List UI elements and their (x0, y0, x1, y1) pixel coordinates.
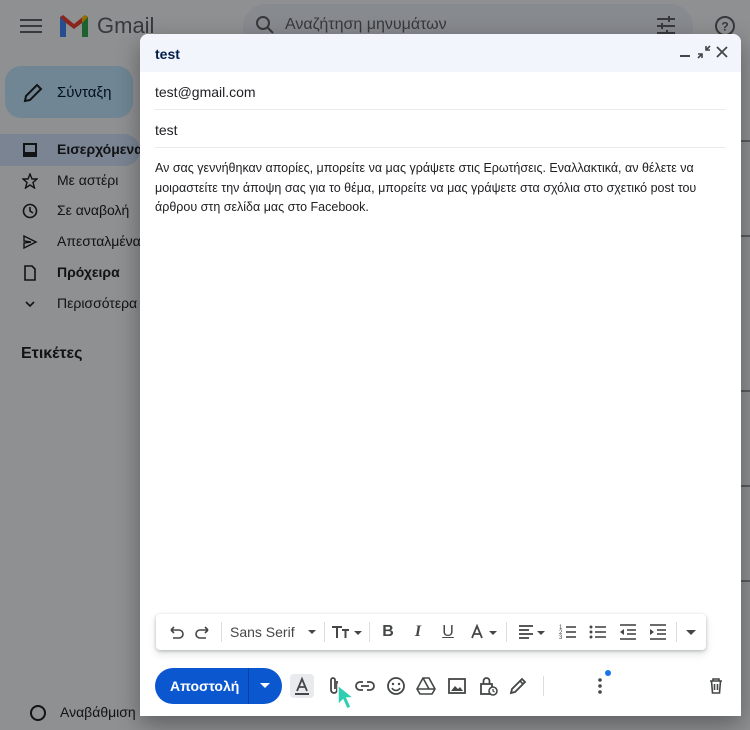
to-field[interactable]: test@gmail.com (155, 72, 726, 110)
toolbar-divider (676, 622, 677, 642)
insert-photo-icon[interactable] (445, 674, 469, 698)
subject-field-value: test (155, 122, 178, 138)
send-button-label: Αποστολή (170, 678, 240, 694)
message-body-line: μοιραστείτε την άποψη σας για το θέμα, μ… (155, 180, 697, 195)
numbered-list-icon[interactable]: 123 (558, 622, 578, 642)
formatting-options-icon[interactable] (290, 674, 314, 698)
mouse-cursor-icon (337, 683, 357, 711)
text-color-icon[interactable] (468, 622, 502, 642)
message-body-line: Αν σας γεννήθηκαν απορίες, μπορείτε να μ… (155, 161, 694, 175)
formatting-toolbar: Sans Serif B I U 123 (156, 614, 706, 650)
google-drive-icon[interactable] (414, 674, 438, 698)
bold-icon[interactable]: B (378, 622, 398, 642)
discard-draft-icon[interactable] (704, 674, 728, 698)
close-icon[interactable] (713, 43, 731, 61)
minimize-icon[interactable] (676, 43, 694, 61)
svg-text:3: 3 (559, 635, 563, 641)
underline-icon[interactable]: U (438, 622, 458, 642)
more-options-icon[interactable] (588, 674, 612, 698)
message-body-line: άρθρου στη σελίδα μας στο Facebook. (155, 200, 369, 214)
toolbar-divider (221, 622, 222, 642)
font-family-select[interactable]: Sans Serif (230, 622, 322, 642)
toolbar-divider (369, 622, 370, 642)
align-icon[interactable] (516, 622, 550, 642)
compose-title: test (155, 46, 180, 62)
font-size-icon[interactable] (330, 622, 366, 642)
redo-icon[interactable] (194, 622, 214, 642)
indent-more-icon[interactable] (648, 622, 668, 642)
signature-icon[interactable] (506, 674, 530, 698)
emoji-icon[interactable] (384, 674, 408, 698)
italic-icon[interactable]: I (408, 622, 428, 642)
exit-fullscreen-icon[interactable] (695, 43, 713, 61)
more-formatting-icon[interactable] (683, 622, 699, 642)
dropdown-caret-icon (308, 630, 316, 634)
toolbar-divider (506, 622, 507, 642)
bulleted-list-icon[interactable] (588, 622, 608, 642)
undo-icon[interactable] (165, 622, 185, 642)
send-button[interactable]: Αποστολή (155, 668, 282, 704)
compose-header: test (140, 34, 741, 72)
font-family-value: Sans Serif (230, 624, 295, 640)
send-divider (248, 668, 249, 704)
toolbar-divider (324, 622, 325, 642)
message-body[interactable]: Αν σας γεννήθηκαν απορίες, μπορείτε να μ… (155, 159, 715, 218)
send-options-icon[interactable] (260, 683, 270, 688)
subject-field[interactable]: test (155, 110, 726, 148)
compose-window: test test@gmail.com test Αν σας γεννήθηκ… (140, 34, 741, 716)
notification-dot (605, 670, 611, 676)
indent-less-icon[interactable] (618, 622, 638, 642)
toolbar-divider (543, 676, 544, 696)
to-field-value: test@gmail.com (155, 84, 256, 100)
confidential-mode-icon[interactable] (476, 674, 500, 698)
